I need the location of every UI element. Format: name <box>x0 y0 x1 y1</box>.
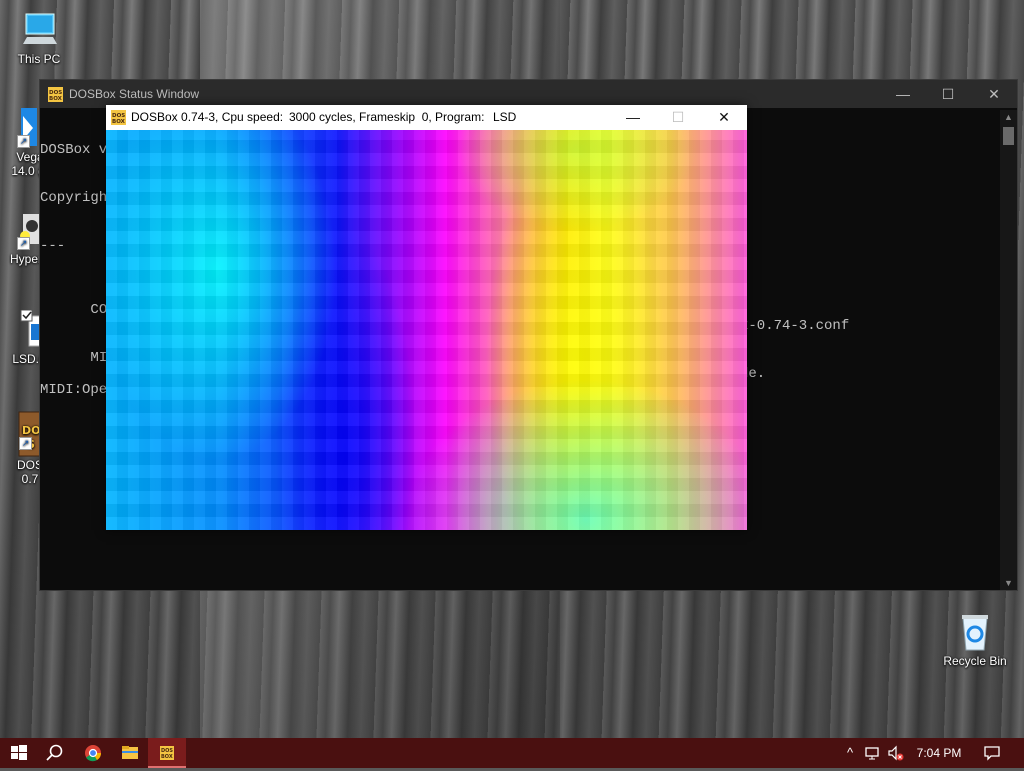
maximize-button[interactable]: ☐ <box>925 80 971 108</box>
scroll-down-icon[interactable]: ▼ <box>1000 578 1017 588</box>
dosbox-taskbar-icon: DOS BOX <box>160 746 174 760</box>
dosbox-title-app: DOSBox 0.74-3, Cpu speed: <box>131 110 284 124</box>
shortcut-arrow-icon: ↗ <box>17 135 30 148</box>
clock[interactable]: 7:04 PM <box>909 746 969 760</box>
dosbox-title-cycles: 3000 cycles, Frameskip 0, Program: <box>289 110 485 124</box>
dosbox-icon: DO S ↗ <box>3 410 46 457</box>
scroll-up-icon[interactable]: ▲ <box>1000 112 1017 122</box>
windows-logo-icon <box>11 745 27 760</box>
search-button[interactable] <box>36 738 74 768</box>
file-explorer-icon <box>122 746 138 759</box>
taskbar: DOS BOX ^ 7:04 PM <box>0 738 1024 768</box>
search-icon <box>46 744 63 761</box>
dosbox-window: DOS BOX DOSBox 0.74-3, Cpu speed: 3000 c… <box>106 105 747 530</box>
chrome-icon <box>85 745 102 762</box>
svg-text:BOX: BOX <box>112 119 126 125</box>
dosbox-titlebar[interactable]: DOS BOX DOSBox 0.74-3, Cpu speed: 3000 c… <box>106 105 747 130</box>
hypercam-icon: ↗ <box>1 210 41 250</box>
close-button[interactable]: ✕ <box>971 80 1017 108</box>
start-button[interactable] <box>0 738 38 768</box>
minimize-button[interactable]: — <box>880 80 926 108</box>
svg-text:BOX: BOX <box>49 96 63 102</box>
svg-text:BOX: BOX <box>161 754 173 760</box>
computer-icon <box>19 10 59 50</box>
status-window-titlebar[interactable]: DOS BOX DOSBox Status Window — ☐ ✕ <box>40 80 1017 108</box>
desktop-icon-this-pc[interactable]: This PC <box>2 10 76 66</box>
file-icon <box>3 309 44 350</box>
maximize-button[interactable]: ☐ <box>655 105 701 130</box>
close-button[interactable]: ✕ <box>701 105 747 130</box>
recycle-bin-icon <box>955 612 995 652</box>
show-hidden-icons-chevron-icon[interactable]: ^ <box>841 744 859 762</box>
svg-text:DO: DO <box>22 424 40 437</box>
dosbox-title-program: LSD <box>493 110 517 124</box>
minimize-button[interactable]: — <box>610 105 656 130</box>
desktop-icon-label: This PC <box>17 52 61 66</box>
volume-muted-icon[interactable] <box>887 744 905 762</box>
dosbox-icon: DOS BOX <box>48 87 63 102</box>
shortcut-arrow-icon: ↗ <box>19 437 32 450</box>
dos-screen-canvas[interactable] <box>106 130 747 530</box>
chrome-taskbar-button[interactable] <box>74 738 112 768</box>
desktop-icon-label: Recycle Bin <box>943 654 1007 668</box>
action-center-icon[interactable] <box>982 744 1002 762</box>
vegas-icon: ↗ <box>1 108 41 148</box>
scrollbar-thumb[interactable] <box>1003 127 1014 145</box>
dosbox-icon: DOS BOX <box>111 110 126 125</box>
shortcut-arrow-icon: ↗ <box>17 237 30 250</box>
vertical-scrollbar[interactable]: ▲ ▼ <box>1000 110 1017 590</box>
file-explorer-taskbar-button[interactable] <box>111 738 149 768</box>
dosbox-taskbar-button[interactable]: DOS BOX <box>148 738 186 768</box>
console-line-text: x-0.74-3.conf <box>740 318 850 334</box>
network-icon[interactable] <box>864 744 882 762</box>
desktop-icon-recycle-bin[interactable]: Recycle Bin <box>938 612 1012 668</box>
status-window-title: DOSBox Status Window <box>69 87 200 101</box>
